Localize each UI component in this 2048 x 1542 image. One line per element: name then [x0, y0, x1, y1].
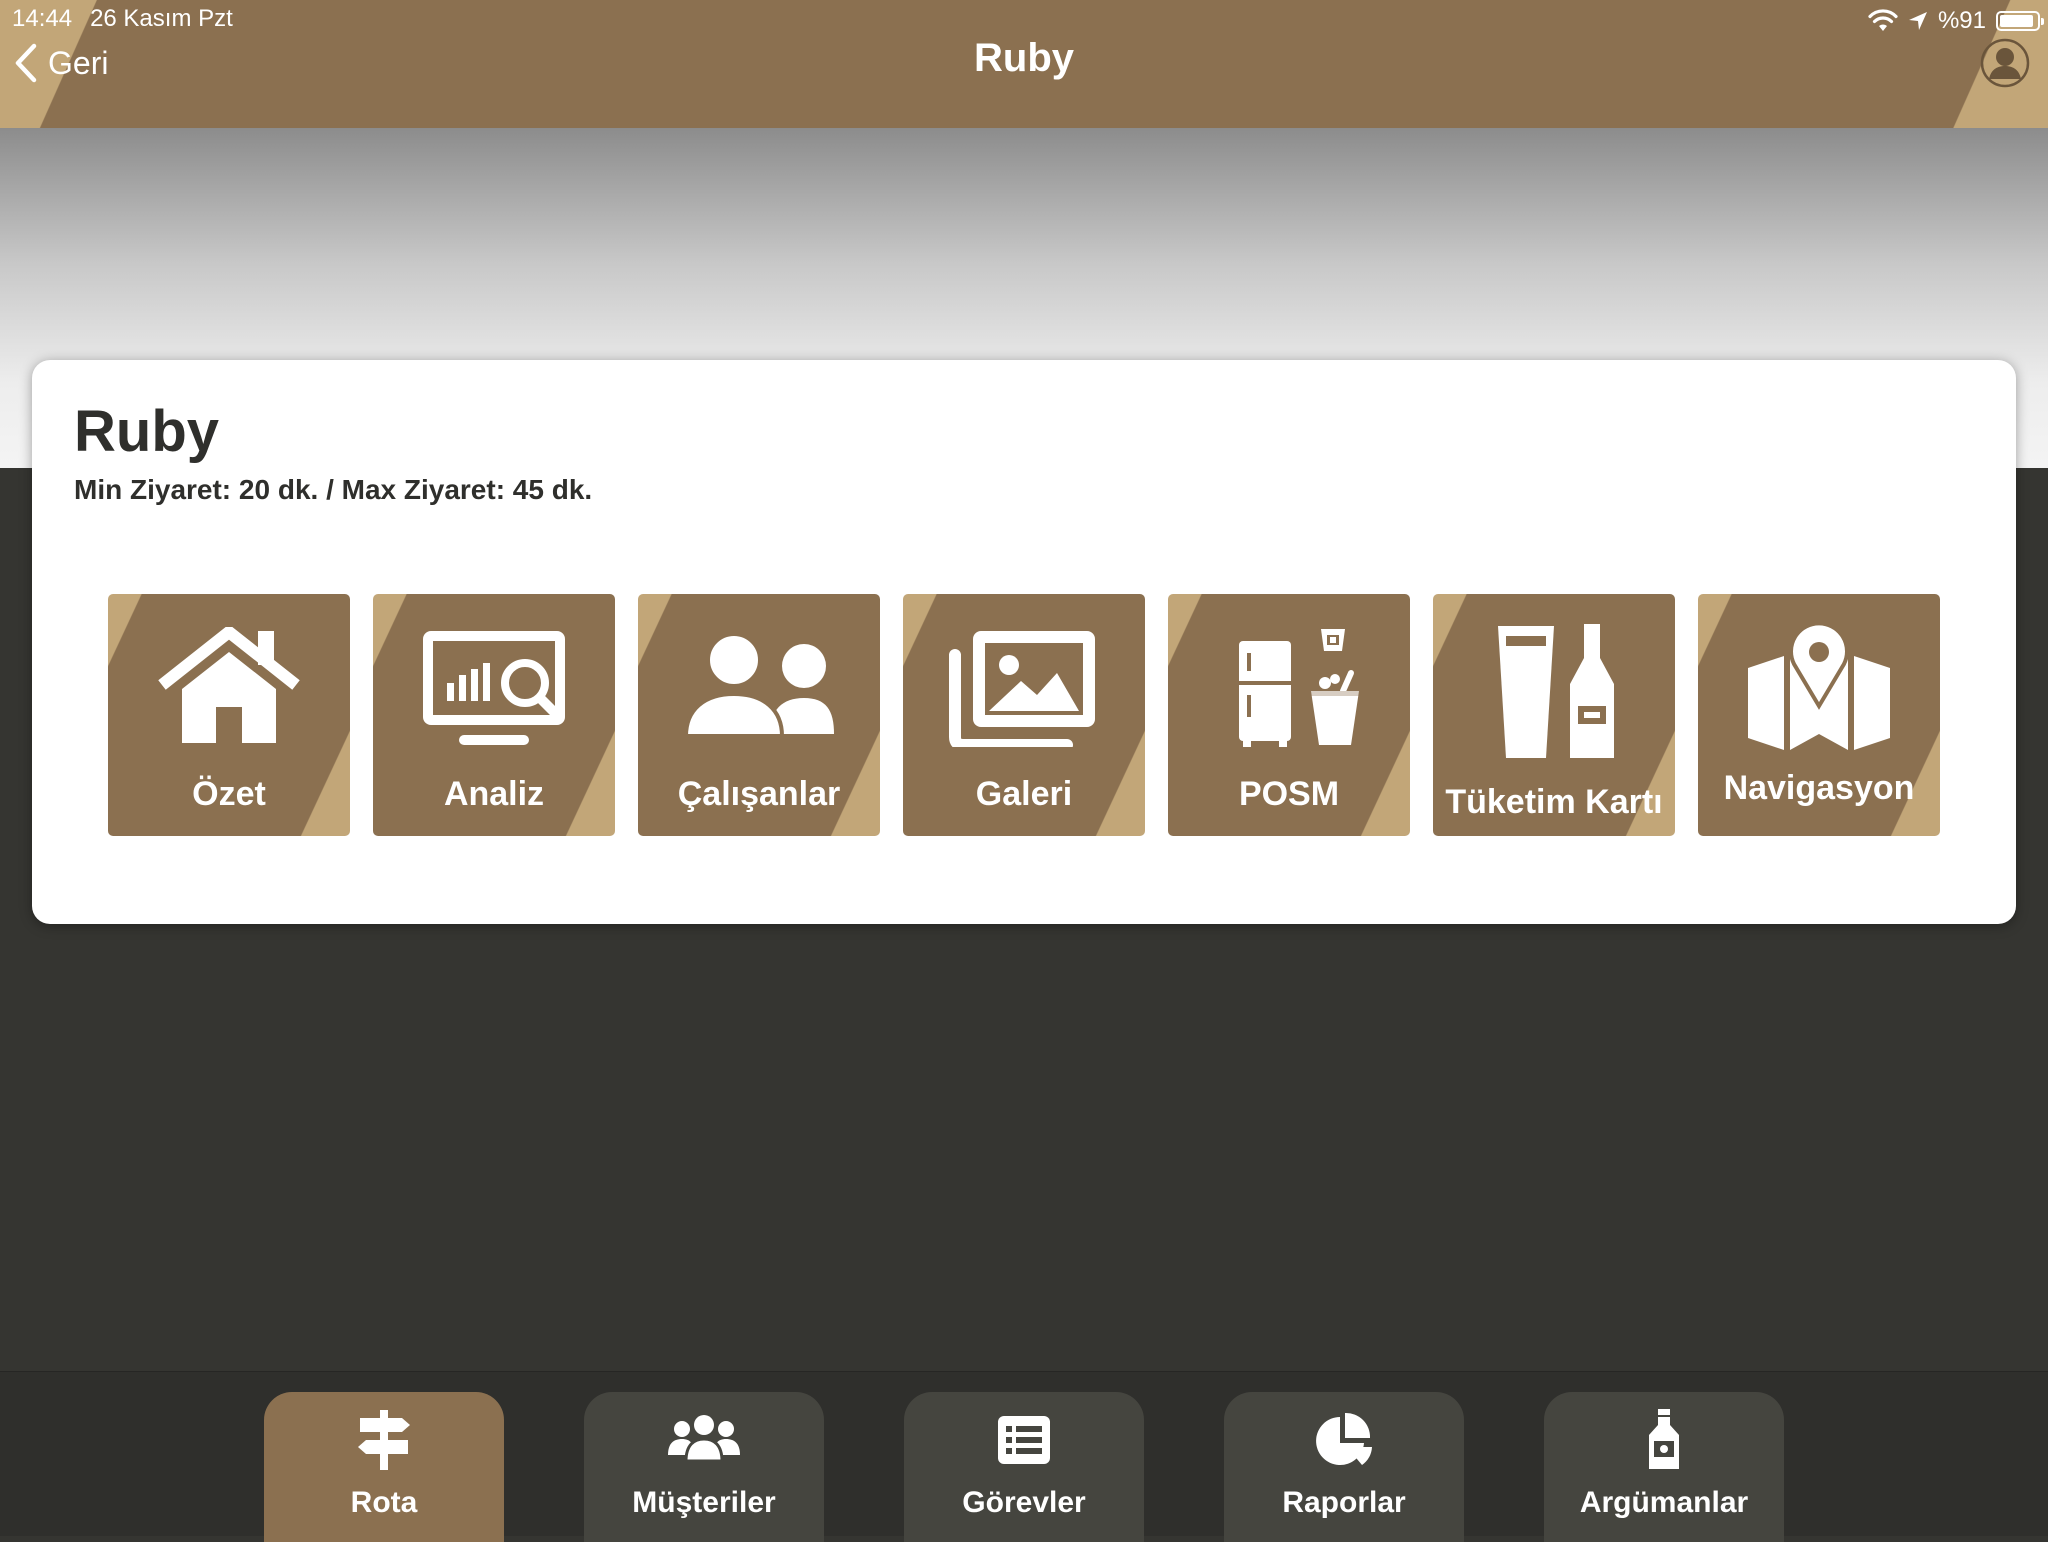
page-title: Ruby: [974, 36, 1074, 80]
tab-raporlar[interactable]: Raporlar: [1224, 1392, 1464, 1542]
tile-label: Analiz: [443, 775, 545, 813]
user-avatar-icon: [1980, 38, 2030, 88]
tab-label: Argümanlar: [1579, 1486, 1749, 1519]
tile-label: Navigasyon: [1723, 769, 1915, 807]
tile-label: Çalışanlar: [677, 775, 841, 813]
tab-label: Raporlar: [1282, 1486, 1406, 1519]
map-pin-icon: [1748, 622, 1890, 750]
gallery-icon: [949, 631, 1095, 747]
task-list-icon: [998, 1416, 1050, 1464]
wifi-icon: [1868, 9, 1898, 31]
top-navigation-bar: 14:44 26 Kasım Pzt %91 Geri Ruby: [0, 0, 2048, 129]
store-name: Ruby: [74, 399, 219, 464]
tile-calisanlar[interactable]: Çalışanlar: [638, 594, 880, 836]
tab-label: Görevler: [962, 1486, 1086, 1519]
tab-rota[interactable]: Rota: [264, 1392, 504, 1542]
status-bar-left: 14:44 26 Kasım Pzt: [12, 5, 233, 33]
tile-label: Galeri: [975, 775, 1073, 813]
signpost-icon: [358, 1410, 410, 1470]
battery-nub: [2041, 18, 2044, 25]
battery-percentage: %91: [1937, 7, 1986, 34]
bottle-icon: [1649, 1409, 1679, 1469]
store-card: Ruby Min Ziyaret: 20 dk. / Max Ziyaret: …: [32, 360, 2016, 924]
status-date: 26 Kasım Pzt: [90, 5, 233, 32]
tab-label: Rota: [350, 1486, 418, 1519]
group-icon: [668, 1415, 740, 1463]
tile-ozet[interactable]: Özet: [108, 594, 350, 836]
tab-gorevler[interactable]: Görevler: [904, 1392, 1144, 1542]
glass-bottle-icon: [1498, 624, 1614, 758]
bottom-tab-bar: Rota Müşteriler Görevler Raporlar Argüma…: [0, 1371, 2048, 1542]
pie-chart-icon: [1316, 1412, 1372, 1465]
tile-navigasyon[interactable]: Navigasyon: [1698, 594, 1940, 836]
tile-posm[interactable]: POSM: [1168, 594, 1410, 836]
tile-label: Özet: [192, 775, 266, 813]
tile-analiz[interactable]: Analiz: [373, 594, 615, 836]
tile-galeri[interactable]: Galeri: [903, 594, 1145, 836]
visit-duration-info: Min Ziyaret: 20 dk. / Max Ziyaret: 45 dk…: [74, 474, 593, 505]
tab-label: Müşteriler: [632, 1486, 776, 1519]
action-tiles: Özet Analiz Çalışanlar Galeri POSM Tüket…: [108, 594, 1940, 836]
tile-label: POSM: [1238, 775, 1340, 813]
status-time: 14:44: [12, 5, 73, 32]
location-arrow-icon: [1908, 12, 1927, 30]
tab-argumanlar[interactable]: Argümanlar: [1544, 1392, 1784, 1542]
battery-fill: [2000, 15, 2033, 27]
users-icon: [684, 632, 834, 738]
profile-button[interactable]: [1980, 38, 2030, 88]
tile-label: Tüketim Kartı: [1445, 783, 1663, 821]
fridge-ice-bucket-icon: [1239, 629, 1359, 747]
tile-tuketim-karti[interactable]: Tüketim Kartı: [1433, 594, 1675, 836]
tab-musteriler[interactable]: Müşteriler: [584, 1392, 824, 1542]
analysis-monitor-icon: [423, 631, 565, 745]
status-bar-right: %91: [1868, 5, 2044, 37]
house-icon: [158, 627, 300, 743]
battery-icon: [1996, 11, 2044, 31]
